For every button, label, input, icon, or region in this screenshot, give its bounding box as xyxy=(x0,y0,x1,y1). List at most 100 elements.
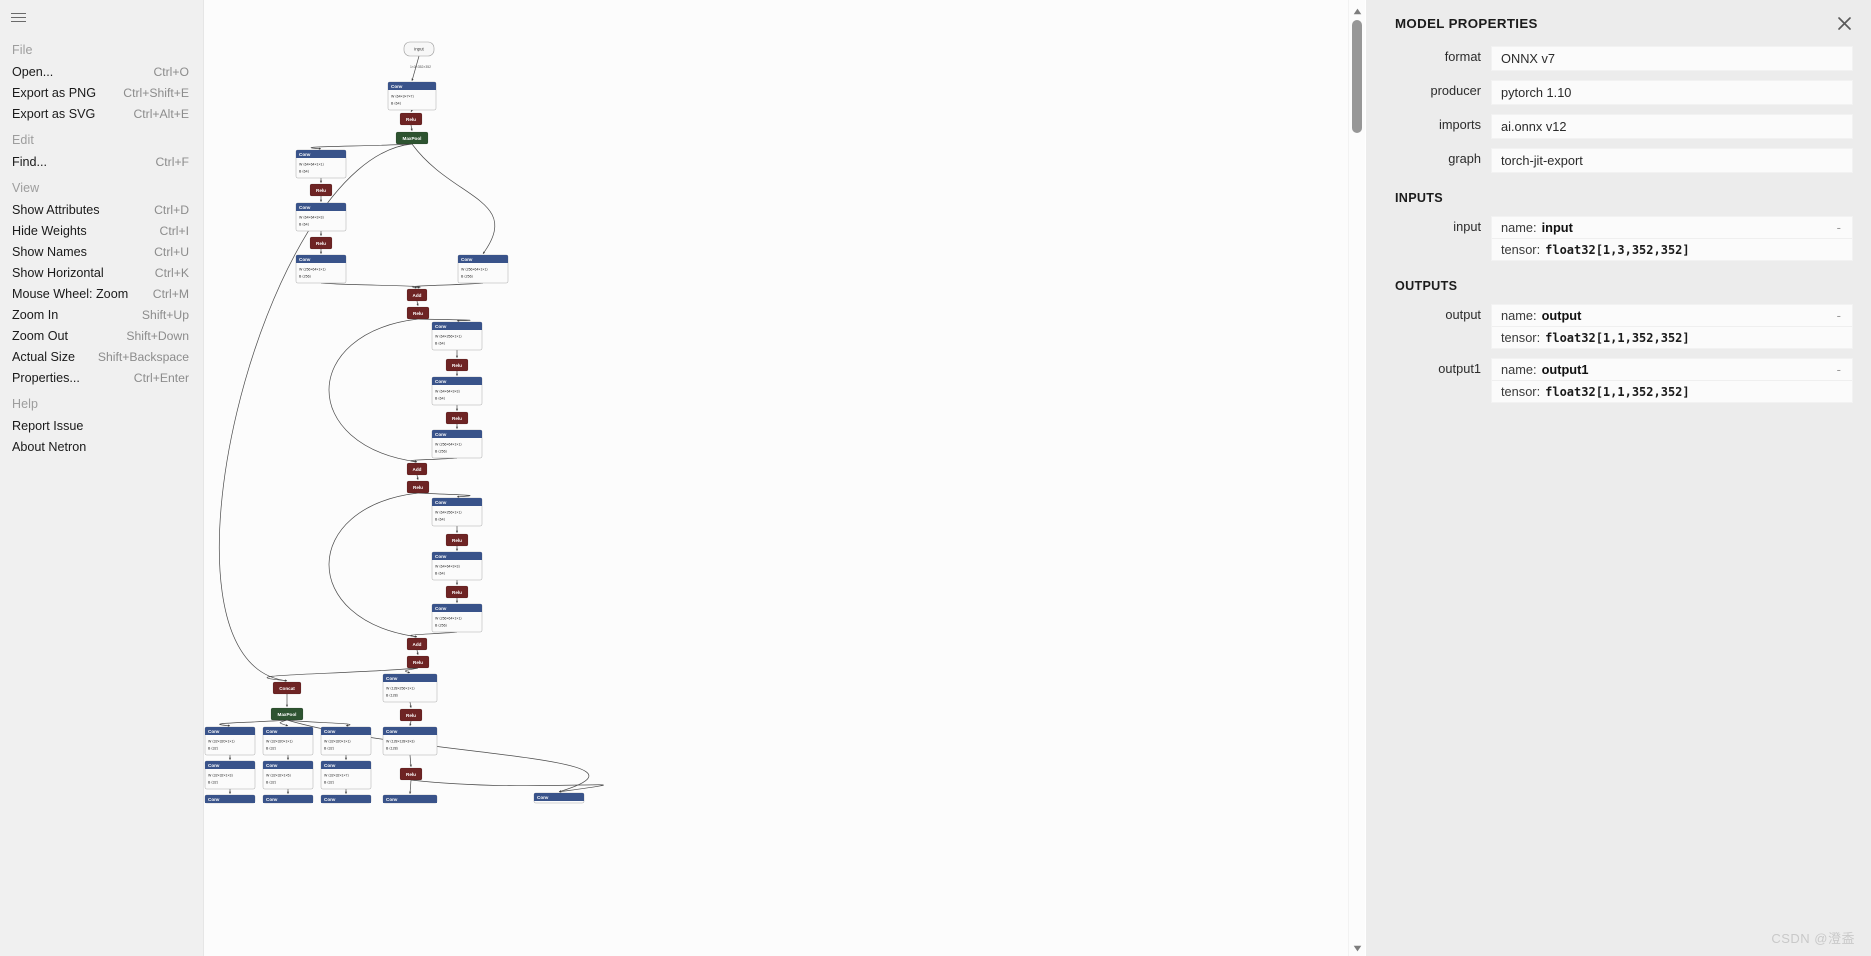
menu-item-mouse-wheel-zoom[interactable]: Mouse Wheel: Zoom Ctrl+M xyxy=(0,283,203,304)
node-type-label: Conv xyxy=(435,554,447,559)
node-type-label: Relu xyxy=(452,416,462,421)
node-type-label: Relu xyxy=(406,713,416,718)
graph-node-conv[interactable]: Conv W ⟨32×32×1×5⟩ B ⟨32⟩ xyxy=(262,760,314,790)
graph-node-conv[interactable]: Conv W ⟨256×64×1×1⟩ B ⟨256⟩ xyxy=(431,603,483,633)
menu-item-label: Find... xyxy=(12,154,47,169)
menu-item-zoom-out[interactable]: Zoom Out Shift+Down xyxy=(0,325,203,346)
menu-item-report-issue[interactable]: Report Issue xyxy=(0,415,203,436)
graph-node-conv[interactable]: Conv xyxy=(382,794,438,804)
graph-node-concat[interactable]: Concat xyxy=(272,681,302,695)
close-icon[interactable] xyxy=(1833,12,1855,34)
graph-node-relu[interactable]: Relu xyxy=(406,306,430,320)
inputs-heading: INPUTS xyxy=(1395,191,1443,205)
menu-item-export-as-svg[interactable]: Export as SVG Ctrl+Alt+E xyxy=(0,103,203,124)
scroll-thumb[interactable] xyxy=(1352,20,1362,133)
menu-item-show-attributes[interactable]: Show Attributes Ctrl+D xyxy=(0,199,203,220)
graph-node-relu[interactable]: Relu xyxy=(309,183,333,197)
graph-node-relu[interactable]: Relu xyxy=(399,767,423,781)
menu-item-zoom-in[interactable]: Zoom In Shift+Up xyxy=(0,304,203,325)
graph-node-conv[interactable]: Conv W ⟨256×64×1×1⟩ B ⟨256⟩ xyxy=(457,254,509,284)
graph-node-conv[interactable]: Conv W ⟨32×320×1×1⟩ B ⟨32⟩ xyxy=(262,726,314,756)
output-name-line[interactable]: name: output1 - xyxy=(1492,359,1852,381)
menu-item-open[interactable]: Open... Ctrl+O xyxy=(0,61,203,82)
netron-app: File Open... Ctrl+O Export as PNG Ctrl+Shift… xyxy=(0,0,1871,956)
graph-node-conv[interactable]: Conv W ⟨32×320×1×1⟩ B ⟨32⟩ xyxy=(204,726,256,756)
node-type-label: Conv xyxy=(386,729,398,734)
property-value: ai.onnx v12 xyxy=(1491,114,1853,139)
graph-node-relu[interactable]: Relu xyxy=(445,585,469,599)
graph-node-add[interactable]: Add xyxy=(406,637,428,651)
graph-node-relu[interactable]: Relu xyxy=(406,480,430,494)
menu-item-hide-weights[interactable]: Hide Weights Ctrl+I xyxy=(0,220,203,241)
graph-node-relu[interactable]: Relu xyxy=(445,358,469,372)
menu-item-properties[interactable]: Properties... Ctrl+Enter xyxy=(0,367,203,388)
hamburger-icon[interactable] xyxy=(0,0,203,34)
node-bias-attr: B ⟨64⟩ xyxy=(435,341,446,346)
graph-node-relu[interactable]: Relu xyxy=(445,411,469,425)
graph-node-conv[interactable]: Conv xyxy=(320,794,372,804)
graph-node-conv[interactable]: Conv W ⟨32×32×1×3⟩ B ⟨32⟩ xyxy=(204,760,256,790)
node-bias-attr: B ⟨32⟩ xyxy=(266,780,277,785)
model-graph[interactable]: input Conv W ⟨64×3×7×7⟩ B ⟨64⟩ Relu MaxPool Co… xyxy=(204,0,1356,956)
graph-node-relu[interactable]: Relu xyxy=(445,533,469,547)
graph-node-conv[interactable]: Conv W ⟨64×64×1×1⟩ B ⟨64⟩ xyxy=(295,149,347,179)
menu-item-actual-size[interactable]: Actual Size Shift+Backspace xyxy=(0,346,203,367)
collapse-toggle-icon[interactable]: - xyxy=(1837,220,1843,235)
graph-node-conv[interactable]: Conv xyxy=(262,794,314,804)
canvas-vertical-scrollbar[interactable] xyxy=(1348,0,1365,956)
graph-node-conv[interactable]: Conv xyxy=(204,794,256,804)
collapse-toggle-icon[interactable]: - xyxy=(1837,362,1843,377)
graph-node-conv[interactable]: Conv W ⟨64×3×7×7⟩ B ⟨64⟩ xyxy=(387,81,437,111)
scroll-up-arrow-icon[interactable] xyxy=(1352,4,1363,15)
graph-node-conv[interactable]: Conv xyxy=(533,792,585,804)
graph-node-conv[interactable]: Conv W ⟨32×320×1×1⟩ B ⟨32⟩ xyxy=(320,726,372,756)
graph-node-conv[interactable]: Conv W ⟨64×64×3×3⟩ B ⟨64⟩ xyxy=(431,376,483,406)
graph-node-conv[interactable]: Conv W ⟨128×128×3×3⟩ B ⟨128⟩ xyxy=(382,726,438,756)
scroll-down-arrow-icon[interactable] xyxy=(1352,941,1363,952)
graph-nodes[interactable]: input Conv W ⟨64×3×7×7⟩ B ⟨64⟩ Relu MaxPool Co… xyxy=(204,41,585,804)
graph-node-maxpool[interactable]: MaxPool xyxy=(270,707,304,721)
graph-node-conv[interactable]: Conv W ⟨128×256×1×1⟩ B ⟨128⟩ xyxy=(382,673,438,703)
graph-node-conv[interactable]: Conv W ⟨64×256×1×1⟩ B ⟨64⟩ xyxy=(431,321,483,351)
graph-node-conv[interactable]: Conv W ⟨64×64×3×3⟩ B ⟨64⟩ xyxy=(295,202,347,232)
graph-node-conv[interactable]: Conv W ⟨64×256×1×1⟩ B ⟨64⟩ xyxy=(431,497,483,527)
node-bias-attr: B ⟨256⟩ xyxy=(299,274,312,279)
output-key: output1 xyxy=(1438,361,1481,376)
collapse-toggle-icon[interactable]: - xyxy=(1837,308,1843,323)
graph-node-relu[interactable]: Relu xyxy=(406,655,430,669)
node-type-label: Relu xyxy=(406,117,416,122)
node-type-label: Add xyxy=(413,467,422,472)
menu-group-view: View xyxy=(12,181,40,195)
property-row-format: format ONNX v7 xyxy=(1366,46,1871,71)
menu-item-show-horizontal[interactable]: Show Horizontal Ctrl+K xyxy=(0,262,203,283)
menu-group-help: Help xyxy=(12,397,39,411)
menu-item-about-netron[interactable]: About Netron xyxy=(0,436,203,457)
output-name-line[interactable]: name: output - xyxy=(1492,305,1852,327)
graph-node-add[interactable]: Add xyxy=(406,288,428,302)
graph-node-conv[interactable]: Conv W ⟨256×64×1×1⟩ B ⟨256⟩ xyxy=(295,254,347,284)
graph-node-maxpool[interactable]: MaxPool xyxy=(395,131,429,145)
menu-item-label: Actual Size xyxy=(12,349,75,364)
menu-group-edit: Edit xyxy=(12,133,34,147)
property-key: producer xyxy=(1430,83,1481,98)
graph-node-relu[interactable]: Relu xyxy=(399,112,423,126)
menu-item-find[interactable]: Find... Ctrl+F xyxy=(0,151,203,172)
output-tensor-line: tensor: float32[1,1,352,352] xyxy=(1492,327,1852,348)
graph-node-add[interactable]: Add xyxy=(406,462,428,476)
node-type-label: Conv xyxy=(266,729,278,734)
graph-io-node[interactable]: input xyxy=(403,41,435,57)
menu-item-show-names[interactable]: Show Names Ctrl+U xyxy=(0,241,203,262)
graph-node-conv[interactable]: Conv W ⟨32×32×1×7⟩ B ⟨32⟩ xyxy=(320,760,372,790)
graph-node-conv[interactable]: Conv W ⟨256×64×1×1⟩ B ⟨256⟩ xyxy=(431,429,483,459)
graph-canvas[interactable]: input Conv W ⟨64×3×7×7⟩ B ⟨64⟩ Relu MaxPool Co… xyxy=(204,0,1356,956)
graph-node-relu[interactable]: Relu xyxy=(399,708,423,722)
menu-item-export-as-png[interactable]: Export as PNG Ctrl+Shift+E xyxy=(0,82,203,103)
input-name-line[interactable]: name: input - xyxy=(1492,217,1852,239)
output-tensor-label: tensor: xyxy=(1501,384,1541,399)
property-value: torch-jit-export xyxy=(1491,148,1853,173)
output-key: output xyxy=(1445,307,1481,322)
graph-node-conv[interactable]: Conv W ⟨64×64×3×3⟩ B ⟨64⟩ xyxy=(431,551,483,581)
graph-node-relu[interactable]: Relu xyxy=(309,236,333,250)
menu-group-file: File xyxy=(12,43,33,57)
node-bias-attr: B ⟨32⟩ xyxy=(266,746,277,751)
